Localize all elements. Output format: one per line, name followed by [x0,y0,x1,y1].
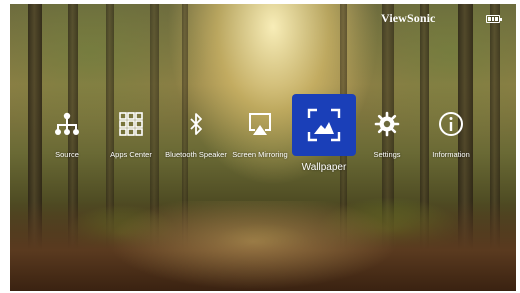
menu-item-bluetooth-speaker[interactable]: Bluetooth Speaker [164,100,228,190]
grid-icon [119,112,143,136]
menu-label: Information [432,150,470,159]
bluetooth-icon [190,113,202,135]
screen-mirroring-icon [249,113,271,135]
source-tree-icon [55,112,79,135]
menu-item-apps-center[interactable]: Apps Center [99,100,163,190]
menu-label: Settings [373,150,401,159]
menu-item-wallpaper[interactable]: Wallpaper [292,94,356,190]
forest-path [10,201,516,291]
menu-item-source[interactable]: Source [35,100,99,190]
gear-icon [374,111,400,137]
menu-label: Screen Mirroring [232,150,288,159]
viewsonic-logo: ViewSonic [381,11,436,25]
battery-icon [486,15,502,23]
menu-label: Source [55,150,79,159]
menu-item-information[interactable]: Information [419,100,483,190]
menu-item-settings[interactable]: Settings [355,100,419,190]
menu-label: Apps Center [110,150,152,159]
info-icon [439,112,463,136]
menu-item-screen-mirroring[interactable]: Screen Mirroring [228,100,292,190]
menu-label: Wallpaper [301,162,347,173]
menu-label: Bluetooth Speaker [165,150,227,159]
wallpaper-icon [307,108,341,142]
